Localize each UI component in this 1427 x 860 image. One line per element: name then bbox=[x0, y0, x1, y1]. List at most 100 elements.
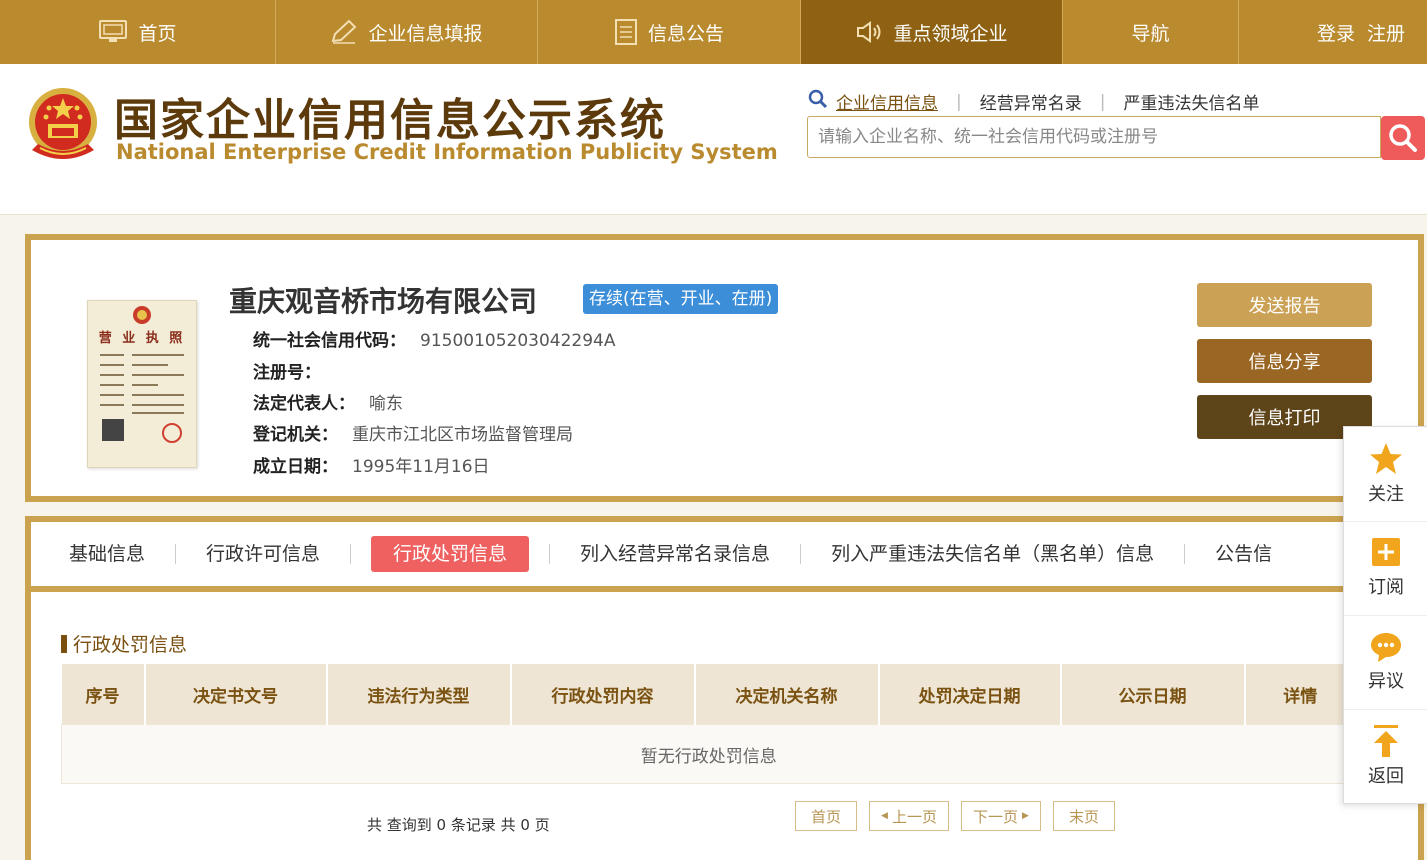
col-authority-name: 决定机关名称 bbox=[694, 664, 880, 725]
nav-navigation[interactable]: 导航 bbox=[1063, 0, 1239, 64]
col-decision-no: 决定书文号 bbox=[144, 664, 328, 725]
speaker-icon bbox=[857, 21, 881, 43]
detail-section: 基础信息 行政许可信息 行政处罚信息 列入经营异常名录信息 列入严重违法失信名单… bbox=[25, 516, 1424, 860]
search-box bbox=[807, 116, 1381, 158]
tab-divider bbox=[1184, 544, 1186, 564]
nav-enterprise-report[interactable]: 企业信息填报 bbox=[276, 0, 538, 64]
auth-links: 登录 注册 bbox=[1239, 0, 1427, 64]
legal-rep-label: 法定代表人： bbox=[253, 394, 355, 414]
pager-summary: 共 查询到 0 条记录 共 0 页 bbox=[367, 816, 550, 834]
pager-prev-label: 上一页 bbox=[891, 807, 937, 826]
subscribe-button[interactable]: 订阅 bbox=[1344, 521, 1427, 616]
tab-announcement[interactable]: 公告信 bbox=[1205, 536, 1282, 572]
company-card: 营 业 执 照 重庆观音桥市场有限公司 存续(在营、开业、在册) 统一社会信用代… bbox=[25, 234, 1424, 502]
back-to-top-button[interactable]: 返回 bbox=[1344, 709, 1427, 803]
col-penalty-content: 行政处罚内容 bbox=[510, 664, 696, 725]
credit-code-label: 统一社会信用代码： bbox=[253, 331, 406, 351]
tab-admin-license[interactable]: 行政许可信息 bbox=[196, 536, 330, 572]
col-violation-type: 违法行为类型 bbox=[326, 664, 512, 725]
search-tab-credit[interactable]: 企业信用信息 bbox=[828, 89, 956, 114]
objection-button[interactable]: 异议 bbox=[1344, 615, 1427, 710]
info-reg-no: 注册号： bbox=[253, 358, 335, 383]
share-button[interactable]: 信息分享 bbox=[1197, 339, 1372, 383]
license-text-lines bbox=[100, 354, 184, 443]
authority-value: 重庆市江北区市场监督管理局 bbox=[352, 425, 573, 445]
top-nav: 首页 企业信息填报 信息公告 重点领域企业 导航 登录 注册 bbox=[0, 0, 1427, 64]
section-title: 行政处罚信息 bbox=[61, 630, 187, 657]
pager-last-button[interactable]: 末页 bbox=[1053, 801, 1115, 831]
tab-divider bbox=[350, 544, 352, 564]
search-input[interactable] bbox=[808, 117, 1380, 157]
section-title-marker bbox=[61, 635, 67, 653]
nav-home-label: 首页 bbox=[138, 22, 177, 45]
pager-next-label: 下一页 bbox=[973, 807, 1019, 826]
subscribe-label: 订阅 bbox=[1368, 577, 1404, 598]
nav-navigation-label: 导航 bbox=[1131, 22, 1170, 45]
monitor-icon bbox=[99, 20, 128, 42]
star-icon bbox=[1370, 443, 1402, 474]
tab-divider bbox=[800, 544, 802, 564]
pager-first-button[interactable]: 首页 bbox=[795, 801, 857, 831]
founded-label: 成立日期： bbox=[253, 457, 338, 477]
nav-announcement[interactable]: 信息公告 bbox=[538, 0, 801, 64]
credit-code-value: 91500105203042294A bbox=[420, 331, 616, 351]
back-to-top-icon bbox=[1374, 725, 1398, 757]
tab-admin-penalty[interactable]: 行政处罚信息 bbox=[371, 536, 530, 572]
company-name: 重庆观音桥市场有限公司 bbox=[229, 285, 538, 318]
floating-menu: 关注 订阅 异议 返回 bbox=[1343, 426, 1427, 804]
reg-no-label: 注册号： bbox=[253, 363, 321, 383]
col-decision-date: 处罚决定日期 bbox=[878, 664, 1062, 725]
nav-announcement-label: 信息公告 bbox=[647, 22, 724, 45]
founded-value: 1995年11月16日 bbox=[352, 457, 490, 477]
site-subtitle: National Enterprise Credit Information P… bbox=[116, 140, 778, 164]
authority-label: 登记机关： bbox=[253, 425, 338, 445]
objection-label: 异议 bbox=[1368, 671, 1404, 692]
search-tab-blacklist[interactable]: 严重违法失信名单 bbox=[1105, 89, 1277, 114]
chat-bubble-icon bbox=[1371, 633, 1401, 662]
business-license-image[interactable]: 营 业 执 照 bbox=[87, 300, 197, 468]
follow-label: 关注 bbox=[1368, 484, 1404, 505]
col-index: 序号 bbox=[61, 664, 146, 725]
search-icon bbox=[1389, 124, 1417, 152]
col-details: 详情 bbox=[1244, 664, 1357, 725]
magnifier-icon bbox=[808, 89, 828, 108]
col-publish-date: 公示日期 bbox=[1060, 664, 1246, 725]
info-founded: 成立日期： 1995年11月16日 bbox=[253, 452, 490, 477]
tab-basic-info[interactable]: 基础信息 bbox=[59, 536, 155, 572]
tab-blacklist[interactable]: 列入严重违法失信名单（黑名单）信息 bbox=[821, 536, 1164, 572]
search-tab-abnormal[interactable]: 经营异常名录 bbox=[962, 89, 1100, 114]
national-emblem-icon bbox=[29, 88, 97, 159]
nav-key-sectors[interactable]: 重点领域企业 bbox=[801, 0, 1063, 64]
plus-box-icon bbox=[1372, 538, 1400, 566]
register-link[interactable]: 注册 bbox=[1367, 19, 1405, 46]
penalty-table: 序号 决定书文号 违法行为类型 行政处罚内容 决定机关名称 处罚决定日期 公示日… bbox=[61, 664, 1357, 784]
chevron-right-icon: ▶ bbox=[1022, 811, 1029, 821]
send-report-button[interactable]: 发送报告 bbox=[1197, 283, 1372, 327]
nav-home[interactable]: 首页 bbox=[0, 0, 276, 64]
document-icon bbox=[614, 19, 637, 45]
info-authority: 登记机关： 重庆市江北区市场监督管理局 bbox=[253, 420, 573, 445]
license-title: 营 业 执 照 bbox=[98, 331, 186, 346]
pager-next-button[interactable]: 下一页 ▶ bbox=[961, 801, 1041, 831]
info-legal-rep: 法定代表人： 喻东 bbox=[253, 389, 403, 414]
chevron-left-icon: ◀ bbox=[881, 811, 888, 821]
tab-divider bbox=[549, 544, 551, 564]
license-emblem-icon bbox=[133, 306, 151, 324]
table-row: 暂无行政处罚信息 bbox=[61, 724, 1357, 784]
table-header-row: 序号 决定书文号 违法行为类型 行政处罚内容 决定机关名称 处罚决定日期 公示日… bbox=[61, 664, 1357, 725]
pager-prev-button[interactable]: ◀ 上一页 bbox=[869, 801, 949, 831]
info-credit-code: 统一社会信用代码： 91500105203042294A bbox=[253, 326, 616, 351]
pen-icon bbox=[332, 19, 357, 44]
tab-abnormal-list[interactable]: 列入经营异常名录信息 bbox=[570, 536, 780, 572]
tab-divider bbox=[175, 544, 177, 564]
login-link[interactable]: 登录 bbox=[1317, 19, 1355, 46]
nav-enterprise-report-label: 企业信息填报 bbox=[368, 22, 483, 45]
site-header: 国家企业信用信息公示系统 National Enterprise Credit … bbox=[0, 64, 1427, 215]
nav-key-sectors-label: 重点领域企业 bbox=[893, 22, 1008, 45]
follow-button[interactable]: 关注 bbox=[1344, 427, 1427, 522]
search-button[interactable] bbox=[1381, 116, 1425, 160]
search-tabs: 企业信用信息 | 经营异常名录 | 严重违法失信名单 bbox=[808, 89, 1277, 114]
legal-rep-value: 喻东 bbox=[369, 394, 403, 414]
detail-tabs: 基础信息 行政许可信息 行政处罚信息 列入经营异常名录信息 列入严重违法失信名单… bbox=[31, 522, 1418, 592]
back-to-top-label: 返回 bbox=[1368, 766, 1404, 787]
